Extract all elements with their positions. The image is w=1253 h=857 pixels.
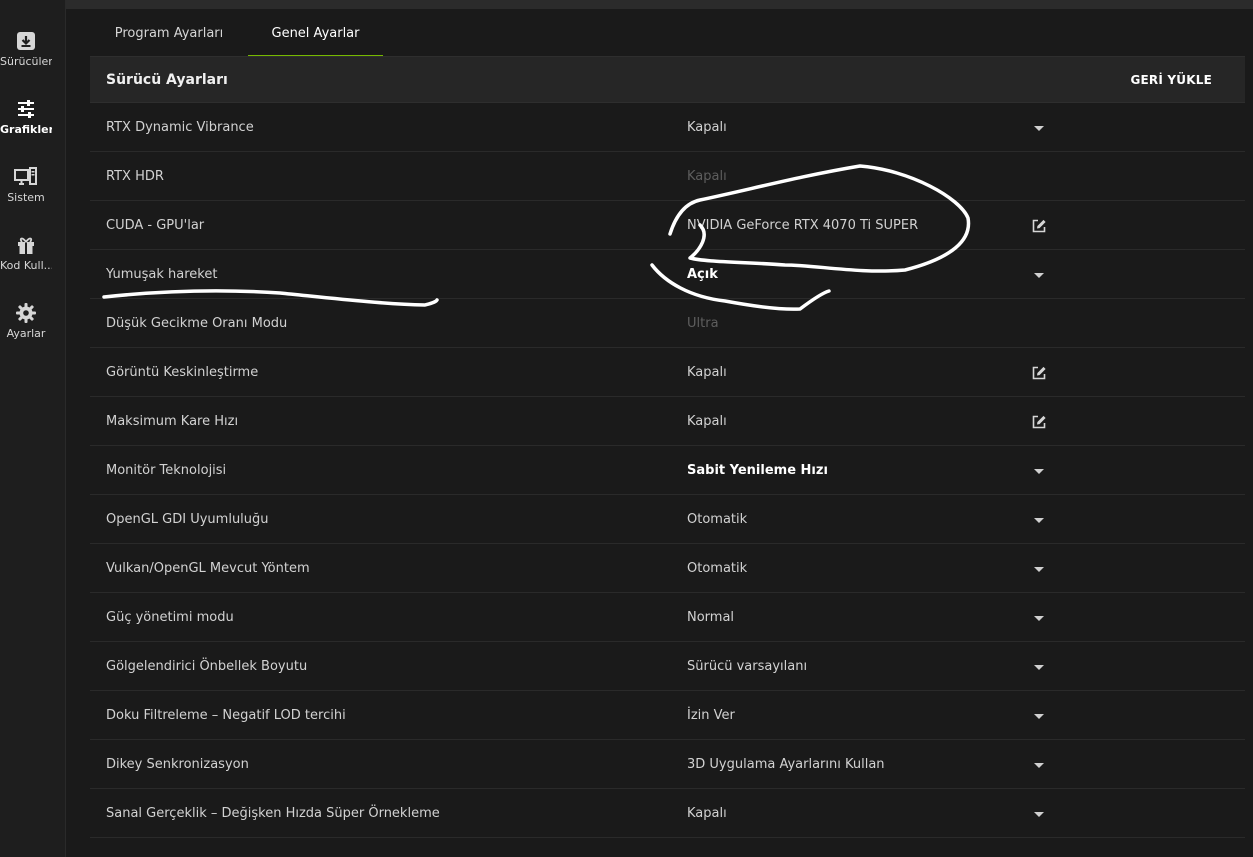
gift-icon bbox=[0, 234, 52, 256]
sidebar-item-graphics[interactable]: Grafikler bbox=[0, 98, 52, 136]
setting-value[interactable]: Normal bbox=[687, 593, 734, 642]
sidebar-item-label: Sistem bbox=[7, 191, 45, 204]
edit-icon[interactable] bbox=[1028, 363, 1050, 383]
setting-row[interactable]: RTX HDR Kapalı bbox=[90, 152, 1245, 201]
setting-row[interactable]: Düşük Gecikme Oranı Modu Ultra bbox=[90, 299, 1245, 348]
settings-list: RTX Dynamic Vibrance Kapalı RTX HDR Kapalı C… bbox=[90, 103, 1245, 838]
panel-header: Sürücü Ayarları GERİ YÜKLE bbox=[90, 57, 1245, 103]
monitor-icon bbox=[0, 166, 52, 188]
setting-name: OpenGL GDI Uyumluluğu bbox=[106, 512, 269, 527]
setting-name: Güç yönetimi modu bbox=[106, 610, 234, 625]
chevron-down-icon[interactable] bbox=[1028, 461, 1050, 481]
chevron-down-icon[interactable] bbox=[1028, 510, 1050, 530]
setting-row[interactable]: Monitör Teknolojisi Sabit Yenileme Hızı bbox=[90, 446, 1245, 495]
setting-name: RTX HDR bbox=[106, 169, 164, 184]
sidebar: ˇ Sürücüler Grafikler Sistem Kod Kull...… bbox=[0, 0, 66, 857]
setting-value: Kapalı bbox=[687, 169, 727, 184]
setting-row[interactable]: OpenGL GDI Uyumluluğu Otomatik bbox=[90, 495, 1245, 544]
sidebar-item-drivers[interactable]: Sürücüler bbox=[0, 30, 52, 68]
chevron-down-icon[interactable] bbox=[1028, 559, 1050, 579]
sidebar-item-label: Sürücüler bbox=[0, 55, 52, 68]
setting-value[interactable]: Kapalı bbox=[687, 397, 727, 446]
reset-button[interactable]: GERİ YÜKLE bbox=[1130, 73, 1212, 87]
setting-row[interactable]: Sanal Gerçeklik – Değişken Hızda Süper Ö… bbox=[90, 789, 1245, 838]
sidebar-item-label: Ayarlar bbox=[6, 327, 46, 340]
setting-value: Ultra bbox=[687, 316, 719, 331]
setting-name: Vulkan/OpenGL Mevcut Yöntem bbox=[106, 561, 310, 576]
setting-name: Sanal Gerçeklik – Değişken Hızda Süper Ö… bbox=[106, 806, 440, 821]
tab-program-settings[interactable]: Program Ayarları bbox=[90, 14, 248, 56]
gear-icon bbox=[0, 302, 52, 324]
setting-name: CUDA - GPU'lar bbox=[106, 218, 205, 233]
sidebar-item-settings[interactable]: Ayarlar bbox=[0, 302, 52, 340]
setting-value[interactable]: Kapalı bbox=[687, 348, 727, 397]
setting-name: RTX Dynamic Vibrance bbox=[106, 120, 254, 135]
setting-value[interactable]: Sürücü varsayılanı bbox=[687, 642, 807, 691]
setting-name: Maksimum Kare Hızı bbox=[106, 414, 239, 429]
setting-name: Yumuşak hareket bbox=[106, 267, 218, 282]
setting-value[interactable]: Otomatik bbox=[687, 544, 747, 593]
setting-name: Dikey Senkronizasyon bbox=[106, 757, 249, 772]
setting-value[interactable]: Otomatik bbox=[687, 495, 747, 544]
setting-row[interactable]: Dikey Senkronizasyon 3D Uygulama Ayarları… bbox=[90, 740, 1245, 789]
setting-row[interactable]: Gölgelendirici Önbellek Boyutu Sürücü var… bbox=[90, 642, 1245, 691]
chevron-down-icon[interactable] bbox=[1028, 608, 1050, 628]
setting-name: Doku Filtreleme – Negatif LOD tercihi bbox=[106, 708, 346, 723]
setting-value[interactable]: Kapalı bbox=[687, 789, 727, 838]
setting-name: Görüntü Keskinleştirme bbox=[106, 365, 259, 380]
chevron-down-icon[interactable] bbox=[1028, 118, 1050, 138]
chevron-down-icon[interactable] bbox=[1028, 706, 1050, 726]
top-bar bbox=[66, 0, 1253, 9]
setting-value[interactable]: NVIDIA GeForce RTX 4070 Ti SUPER bbox=[687, 201, 918, 250]
setting-name: Gölgelendirici Önbellek Boyutu bbox=[106, 659, 308, 674]
setting-value[interactable]: İzin Ver bbox=[687, 691, 735, 740]
setting-value[interactable]: 3D Uygulama Ayarlarını Kullan bbox=[687, 740, 885, 789]
setting-row[interactable]: Vulkan/OpenGL Mevcut Yöntem Otomatik bbox=[90, 544, 1245, 593]
edit-icon[interactable] bbox=[1028, 216, 1050, 236]
chevron-down-icon[interactable] bbox=[1028, 657, 1050, 677]
setting-row[interactable]: CUDA - GPU'lar NVIDIA GeForce RTX 4070 Ti… bbox=[90, 201, 1245, 250]
setting-row[interactable]: Görüntü Keskinleştirme Kapalı bbox=[90, 348, 1245, 397]
chevron-down-icon[interactable] bbox=[1028, 755, 1050, 775]
download-icon bbox=[0, 30, 52, 52]
setting-row[interactable]: Maksimum Kare Hızı Kapalı bbox=[90, 397, 1245, 446]
setting-value[interactable]: Açık bbox=[687, 250, 718, 299]
sidebar-item-label: Grafikler bbox=[0, 123, 52, 136]
setting-name: Monitör Teknolojisi bbox=[106, 463, 227, 478]
sidebar-item-system[interactable]: Sistem bbox=[0, 166, 52, 204]
tab-global-settings[interactable]: Genel Ayarlar bbox=[248, 14, 383, 56]
sidebar-overflow-indicator: ˇ bbox=[23, 0, 27, 6]
panel-title: Sürücü Ayarları bbox=[106, 71, 228, 88]
sidebar-item-redeem[interactable]: Kod Kull... bbox=[0, 234, 52, 272]
setting-value[interactable]: Kapalı bbox=[687, 103, 727, 152]
setting-value[interactable]: Sabit Yenileme Hızı bbox=[687, 446, 828, 495]
tab-bar: Program Ayarları Genel Ayarlar bbox=[90, 14, 1253, 56]
chevron-down-icon[interactable] bbox=[1028, 804, 1050, 824]
sidebar-item-label: Kod Kull... bbox=[0, 259, 52, 272]
chevron-down-icon[interactable] bbox=[1028, 265, 1050, 285]
setting-row[interactable]: Yumuşak hareket Açık bbox=[90, 250, 1245, 299]
driver-settings-panel: Sürücü Ayarları GERİ YÜKLE RTX Dynamic V… bbox=[90, 57, 1245, 857]
setting-row[interactable]: Doku Filtreleme – Negatif LOD tercihi İzi… bbox=[90, 691, 1245, 740]
setting-name: Düşük Gecikme Oranı Modu bbox=[106, 316, 288, 331]
setting-row[interactable]: RTX Dynamic Vibrance Kapalı bbox=[90, 103, 1245, 152]
setting-row[interactable]: Güç yönetimi modu Normal bbox=[90, 593, 1245, 642]
edit-icon[interactable] bbox=[1028, 412, 1050, 432]
sliders-icon bbox=[0, 98, 52, 120]
